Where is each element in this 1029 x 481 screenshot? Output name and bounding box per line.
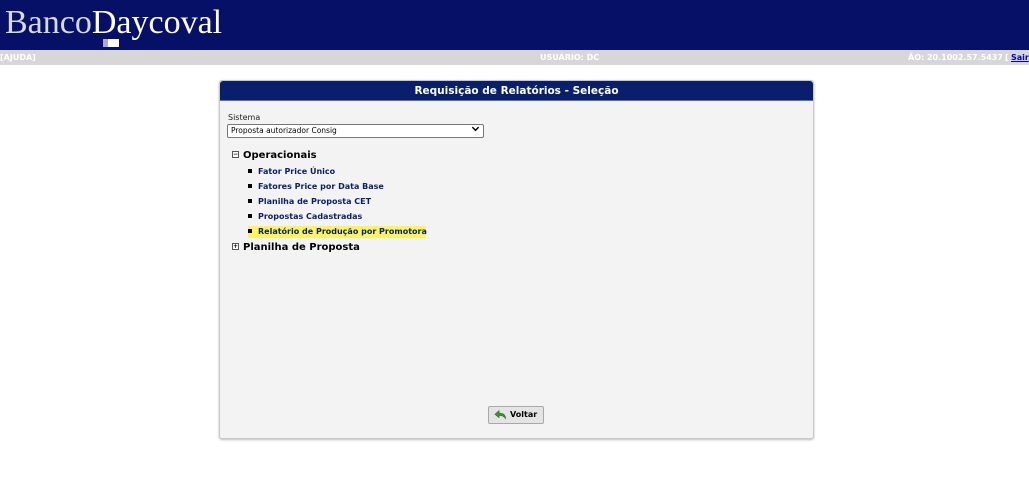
version-info: ÃO: 20.1002.57.5437 — [908, 53, 1003, 62]
report-selection-panel: Requisição de Relatórios - Seleção Siste… — [219, 80, 814, 439]
chevron-down-icon — [471, 124, 480, 136]
square-bullet-icon — [248, 183, 252, 188]
panel-title: Requisição de Relatórios - Seleção — [220, 81, 813, 101]
report-link-planilha-proposta-cet[interactable]: Planilha de Proposta CET — [248, 196, 377, 208]
status-bar: [AJUDA] USUÁRIO: DC ÃO: 20.1002.57.5437 … — [0, 50, 1029, 65]
tree-group-operacionais[interactable]: − Operacionais — [232, 150, 317, 161]
report-link-label: Fatores Price por Data Base — [258, 182, 384, 191]
bracket: [ — [1005, 53, 1009, 62]
system-label: Sistema — [228, 113, 261, 122]
report-link-label: Propostas Cadastradas — [258, 212, 363, 221]
logout-link[interactable]: Sair — [1011, 53, 1029, 62]
square-bullet-icon — [248, 228, 252, 233]
report-link-label: Fator Price Único — [258, 167, 336, 176]
back-button[interactable]: Voltar — [488, 406, 544, 424]
system-select[interactable]: Proposta autorizador Consig — [227, 124, 484, 138]
report-link-propostas-cadastradas[interactable]: Propostas Cadastradas — [248, 211, 368, 223]
square-bullet-icon — [248, 198, 252, 203]
back-button-label: Voltar — [510, 410, 538, 419]
top-header: BancoDaycoval — [0, 0, 1029, 50]
tree-group-label: Operacionais — [243, 150, 317, 161]
system-select-value: Proposta autorizador Consig — [231, 126, 337, 135]
report-link-label: Planilha de Proposta CET — [258, 197, 372, 206]
minus-box-icon[interactable]: − — [232, 150, 239, 158]
help-link[interactable]: [AJUDA] — [0, 53, 36, 62]
logo-banco: Banco — [5, 4, 92, 41]
square-bullet-icon — [248, 213, 252, 218]
logo-mark-accent — [103, 39, 108, 47]
back-arrow-icon — [494, 410, 507, 422]
plus-box-icon[interactable]: + — [232, 242, 239, 250]
tree-group-label: Planilha de Proposta — [243, 242, 360, 253]
square-bullet-icon — [248, 168, 252, 173]
tree-group-planilha-de-proposta[interactable]: + Planilha de Proposta — [232, 242, 360, 253]
logo: BancoDaycoval — [5, 4, 222, 42]
report-link-producao-por-promotora[interactable]: Relatório de Produção por Promotora — [248, 226, 427, 238]
logo-daycoval: Daycoval — [91, 4, 223, 41]
report-link-fator-price-unico[interactable]: Fator Price Único — [248, 166, 341, 178]
report-link-fatores-price-data-base[interactable]: Fatores Price por Data Base — [248, 181, 390, 193]
user-info: USUÁRIO: DC — [540, 53, 600, 62]
report-link-label: Relatório de Produção por Promotora — [258, 227, 427, 236]
